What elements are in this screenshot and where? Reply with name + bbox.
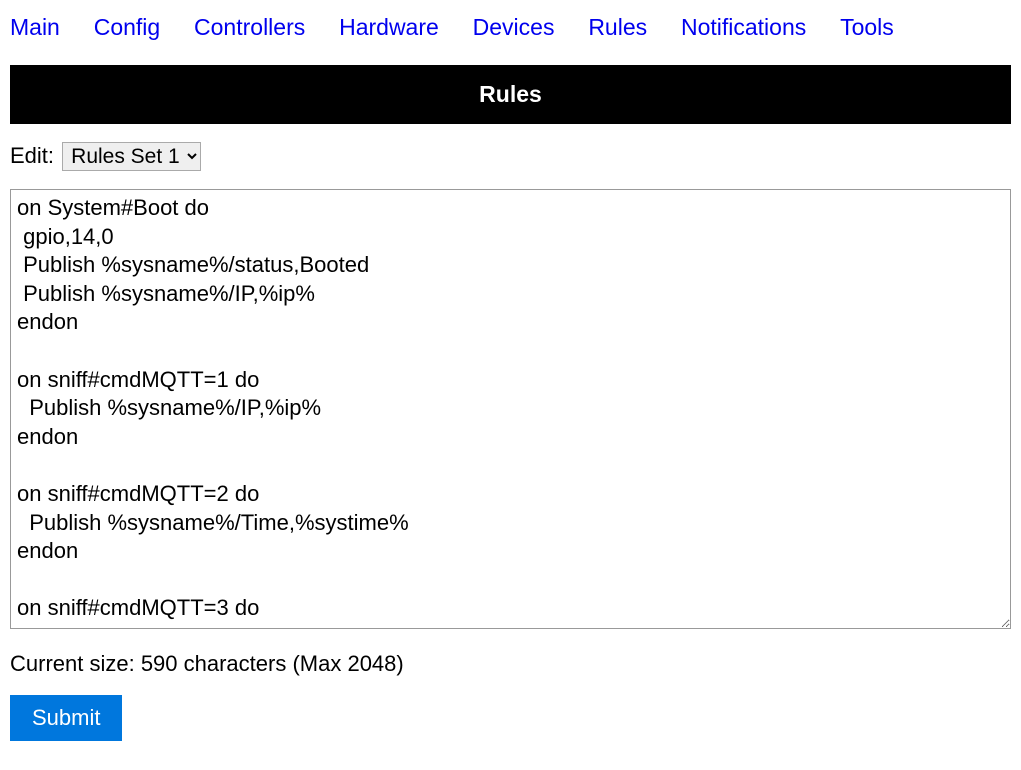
nav-config[interactable]: Config	[94, 14, 160, 40]
nav-devices[interactable]: Devices	[473, 14, 555, 40]
nav-notifications[interactable]: Notifications	[681, 14, 806, 40]
nav-main[interactable]: Main	[10, 14, 60, 40]
page-title: Rules	[10, 65, 1011, 124]
nav-hardware[interactable]: Hardware	[339, 14, 439, 40]
nav-tools[interactable]: Tools	[840, 14, 894, 40]
nav-controllers[interactable]: Controllers	[194, 14, 305, 40]
submit-button[interactable]: Submit	[10, 695, 122, 741]
rules-textarea[interactable]	[10, 189, 1011, 629]
edit-row: Edit: Rules Set 1	[0, 134, 1021, 179]
edit-label: Edit:	[10, 143, 54, 168]
rules-set-select[interactable]: Rules Set 1	[62, 142, 201, 171]
main-nav: Main Config Controllers Hardware Devices…	[0, 0, 1021, 55]
nav-rules[interactable]: Rules	[588, 14, 647, 40]
size-info: Current size: 590 characters (Max 2048)	[0, 635, 1021, 687]
